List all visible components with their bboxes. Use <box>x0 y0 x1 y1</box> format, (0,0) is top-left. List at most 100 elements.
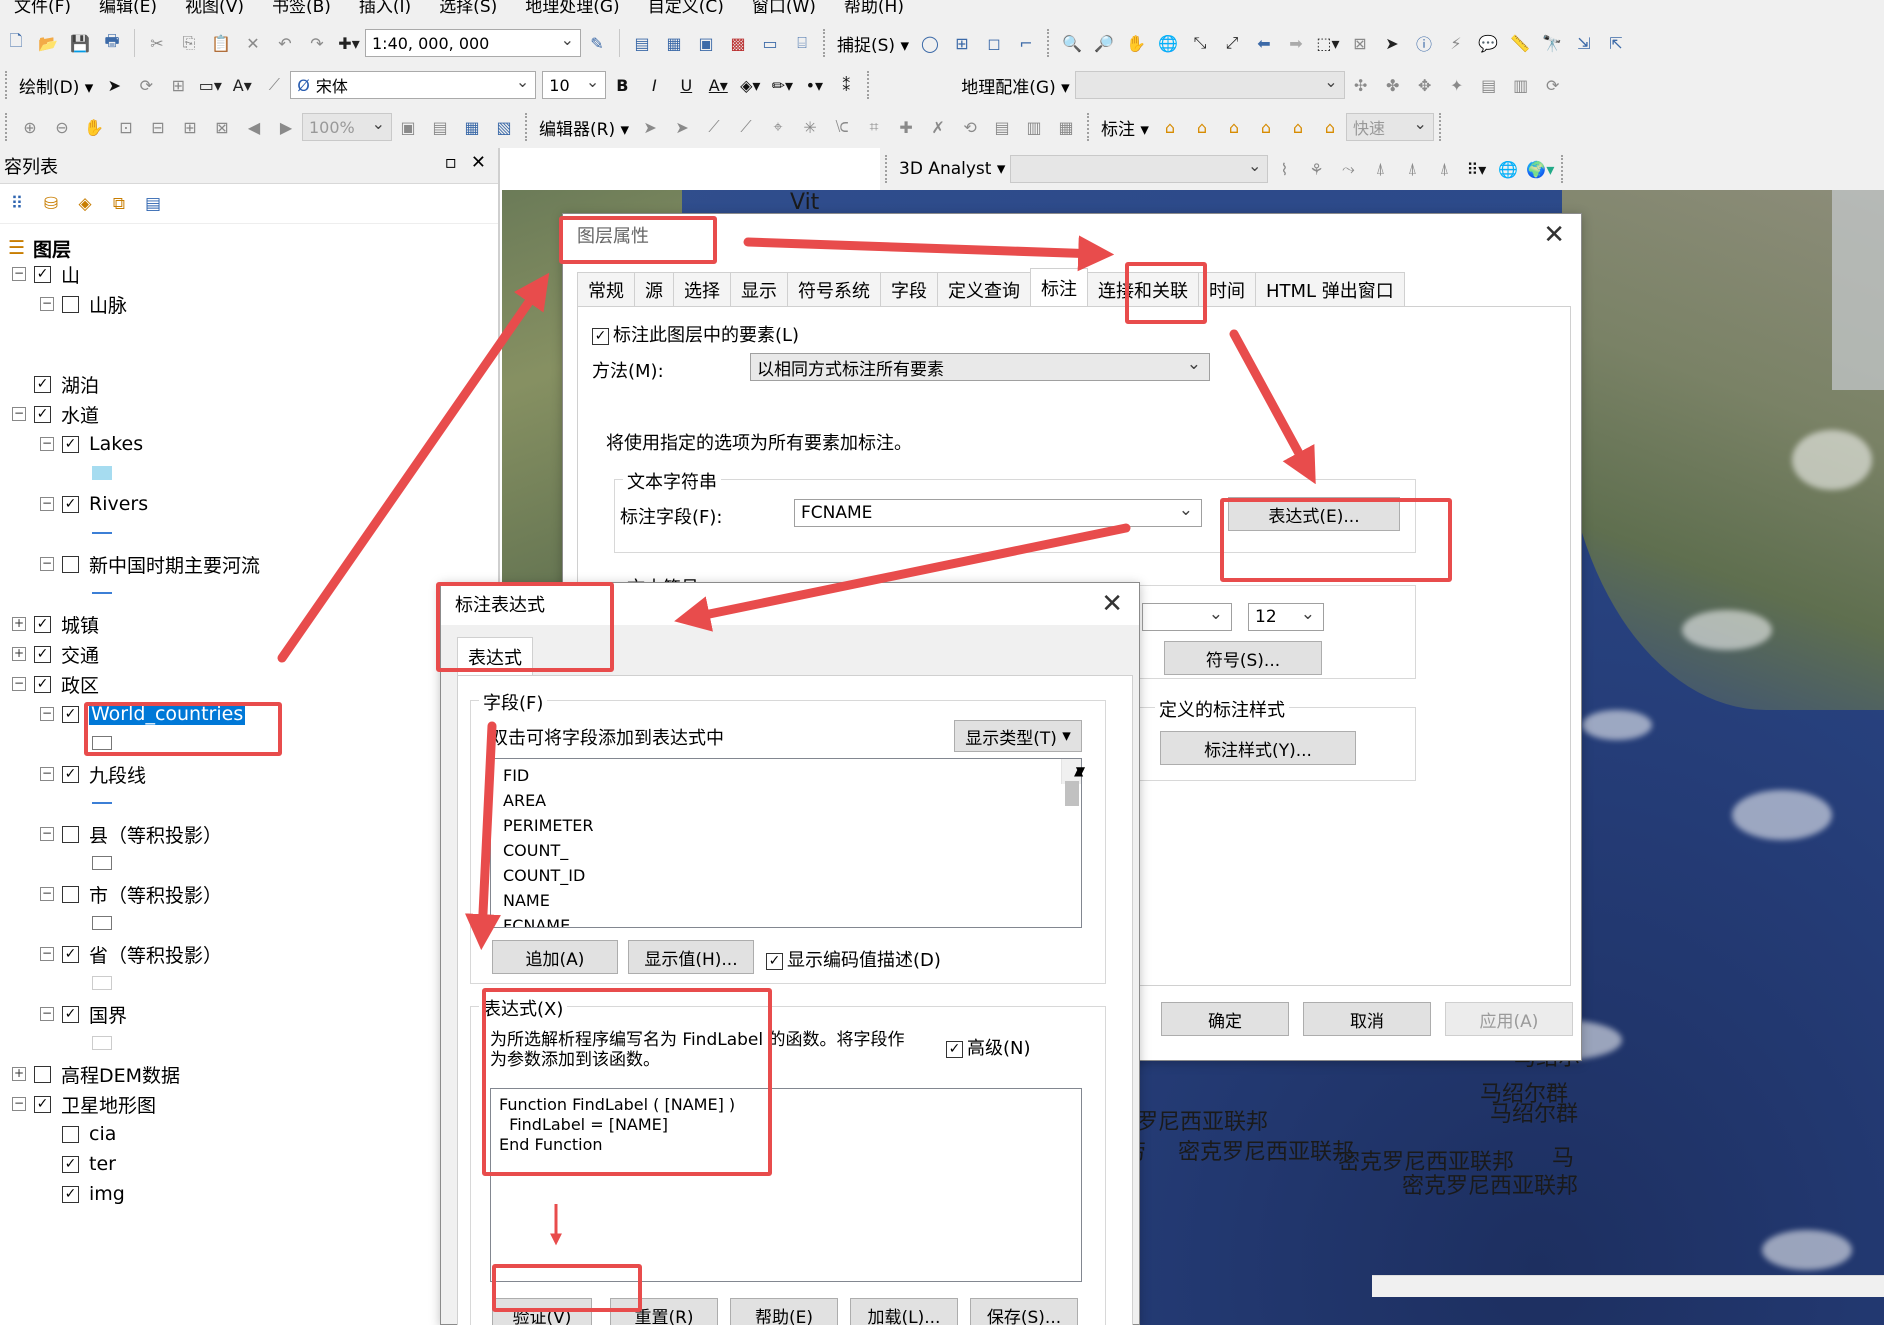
collapse-icon[interactable]: − <box>12 267 26 281</box>
find-icon[interactable]: 🔭 <box>1539 30 1565 56</box>
pan-icon[interactable]: ✋ <box>1123 30 1149 56</box>
list-by-visibility-icon[interactable]: ◈ <box>72 191 98 217</box>
label-styles-button[interactable]: 标注样式(Y)... <box>1160 731 1356 765</box>
add-data-icon[interactable]: ✚▾ <box>336 30 362 56</box>
options-icon[interactable]: ▤ <box>140 191 166 217</box>
layout-zoom-in-icon[interactable]: ⊕ <box>17 114 43 140</box>
collapse-icon[interactable]: − <box>40 887 54 901</box>
split-icon[interactable]: ✗ <box>925 114 951 140</box>
field-item[interactable]: FCNAME <box>497 913 1061 927</box>
select-elements-icon[interactable]: ➤ <box>1379 30 1405 56</box>
reshape-icon[interactable]: ⌗ <box>861 114 887 140</box>
collapse-icon[interactable]: − <box>40 497 54 511</box>
edit-annotation-icon[interactable]: ➤ <box>669 114 695 140</box>
collapse-icon[interactable]: − <box>40 1007 54 1021</box>
layer-visibility-checkbox[interactable]: ✓ <box>62 705 79 723</box>
scale-icon[interactable]: ✦ <box>1444 72 1470 98</box>
editor-menu[interactable]: 编辑器(R) ▾ <box>534 115 634 140</box>
layer-visibility-checkbox[interactable]: ✓ <box>34 645 51 663</box>
hyperlink-icon[interactable]: ⚡ <box>1443 30 1469 56</box>
georef-refresh-icon[interactable]: ⟳ <box>1540 72 1566 98</box>
measure-icon[interactable]: 📏 <box>1507 30 1533 56</box>
change-layout-icon[interactable]: ▦ <box>459 114 485 140</box>
save-icon[interactable]: 💾 <box>67 30 93 56</box>
identify-icon[interactable]: ⓘ <box>1411 30 1437 56</box>
symbol-button[interactable]: 符号(S)... <box>1164 641 1322 675</box>
show-values-button[interactable]: 显示值(H)... <box>628 940 754 974</box>
layer-visibility-checkbox[interactable]: ✓ <box>62 1005 79 1023</box>
toc-layer[interactable]: − ✓ 卫星地形图 <box>12 1090 156 1118</box>
collapse-icon[interactable]: − <box>12 407 26 421</box>
profile-graph-icon[interactable]: ⠿▾ <box>1463 156 1489 182</box>
interpolate-point-icon[interactable]: ⍋ <box>1367 156 1393 182</box>
cut-polygon-icon[interactable]: ✚ <box>893 114 919 140</box>
tab-1[interactable]: 源 <box>634 272 674 306</box>
menu-item[interactable]: 选择(S) <box>425 0 511 16</box>
field-item[interactable]: AREA <box>497 788 1061 813</box>
lock-labels-icon[interactable]: ⌂ <box>1189 114 1215 140</box>
focus-frame-icon[interactable]: ▤ <box>427 114 453 140</box>
point-icon[interactable]: ✳ <box>797 114 823 140</box>
menu-item[interactable]: 窗口(W) <box>738 0 830 16</box>
list-by-drawing-order-icon[interactable]: ⠿ <box>4 191 30 217</box>
edit-vertices-editor-icon[interactable]: ⟈ <box>829 114 855 140</box>
3d-layer-combo[interactable] <box>1010 155 1269 183</box>
size-dropdown[interactable]: 12 <box>1248 603 1324 631</box>
toc-layer[interactable]: − ✓ 省（等积投影） <box>40 940 222 968</box>
fill-color-icon[interactable]: ◈▾ <box>737 72 763 98</box>
clear-selection-icon[interactable]: ⊠ <box>1347 30 1373 56</box>
tab-6[interactable]: 定义查询 <box>937 272 1031 306</box>
edit-tool-icon[interactable]: ➤ <box>637 114 663 140</box>
arcscene-icon[interactable]: 🌐 <box>1495 156 1521 182</box>
field-item[interactable]: NAME <box>497 888 1061 913</box>
zoom-in-icon[interactable]: 🔍 <box>1059 30 1085 56</box>
route-icon[interactable]: ⇲ <box>1571 30 1597 56</box>
open-icon[interactable]: 📂 <box>35 30 61 56</box>
layer-visibility-checkbox[interactable] <box>34 1065 51 1083</box>
font-dropdown[interactable] <box>1142 603 1232 631</box>
editor-toolbar-icon[interactable]: ✎ <box>584 30 610 56</box>
list-by-selection-icon[interactable]: ⧉ <box>106 191 132 217</box>
layer-visibility-checkbox[interactable] <box>62 295 79 313</box>
toc-layer[interactable]: − ✓ Lakes <box>40 430 143 458</box>
font-combo[interactable]: Ø 宋体 <box>290 71 537 99</box>
arcglobe-icon[interactable]: 🌍▾ <box>1526 156 1554 182</box>
new-document-icon[interactable]: 🗋 <box>3 30 29 56</box>
collapse-icon[interactable]: − <box>12 677 26 691</box>
layer-visibility-checkbox[interactable]: ✓ <box>34 375 51 393</box>
vertex-snap-icon[interactable]: ⊞ <box>949 30 975 56</box>
rotate-icon[interactable]: ⟳ <box>133 72 159 98</box>
label-manager-icon[interactable]: ⁑ <box>833 72 859 98</box>
fast-combo[interactable]: 快速 <box>1345 113 1434 141</box>
ok-button[interactable]: 确定 <box>1161 1002 1289 1036</box>
create-features-icon[interactable]: ▦ <box>1053 114 1079 140</box>
font-size-combo[interactable]: 10 <box>542 71 607 99</box>
collapse-icon[interactable]: − <box>12 1097 26 1111</box>
apply-button[interactable]: 应用(A) <box>1445 1002 1573 1036</box>
fixed-zoom-in-icon[interactable]: ⤡ <box>1187 30 1213 56</box>
label-features-checkbox[interactable]: ✓ 标注此图层中的要素(L) <box>592 321 799 347</box>
layer-visibility-checkbox[interactable]: ✓ <box>34 675 51 693</box>
layer-visibility-checkbox[interactable]: ✓ <box>34 405 51 423</box>
undo-icon[interactable]: ↶ <box>272 30 298 56</box>
georeference-menu[interactable]: 地理配准(G) ▾ <box>956 73 1074 98</box>
search-window-icon[interactable]: ▣ <box>693 30 719 56</box>
python-icon[interactable]: ▭ <box>757 30 783 56</box>
layout-100-icon[interactable]: ⊟ <box>145 114 171 140</box>
layer-visibility-checkbox[interactable]: ✓ <box>62 495 79 513</box>
shift-icon[interactable]: ✥ <box>1412 72 1438 98</box>
redo-icon[interactable]: ↷ <box>304 30 330 56</box>
toc-layer[interactable]: − 山脉 <box>40 290 127 318</box>
select-features-icon[interactable]: ⬚▾ <box>1315 30 1341 56</box>
labeling-menu[interactable]: 标注 ▾ <box>1096 115 1154 140</box>
expand-icon[interactable]: + <box>12 1067 26 1081</box>
layout-zoom-out-icon[interactable]: ⊖ <box>49 114 75 140</box>
collapse-icon[interactable]: − <box>40 827 54 841</box>
show-type-button[interactable]: 显示类型(T) ▾ <box>954 720 1082 752</box>
modelbuilder-icon[interactable]: ⌸ <box>789 30 815 56</box>
toc-layer[interactable]: − ✓ 水道 <box>12 400 99 428</box>
layer-visibility-checkbox[interactable]: ✓ <box>62 1185 79 1203</box>
close-icon[interactable]: ✕ <box>1543 220 1565 250</box>
pause-labels-icon[interactable]: ⌂ <box>1221 114 1247 140</box>
menu-item[interactable]: 书签(B) <box>258 0 345 16</box>
